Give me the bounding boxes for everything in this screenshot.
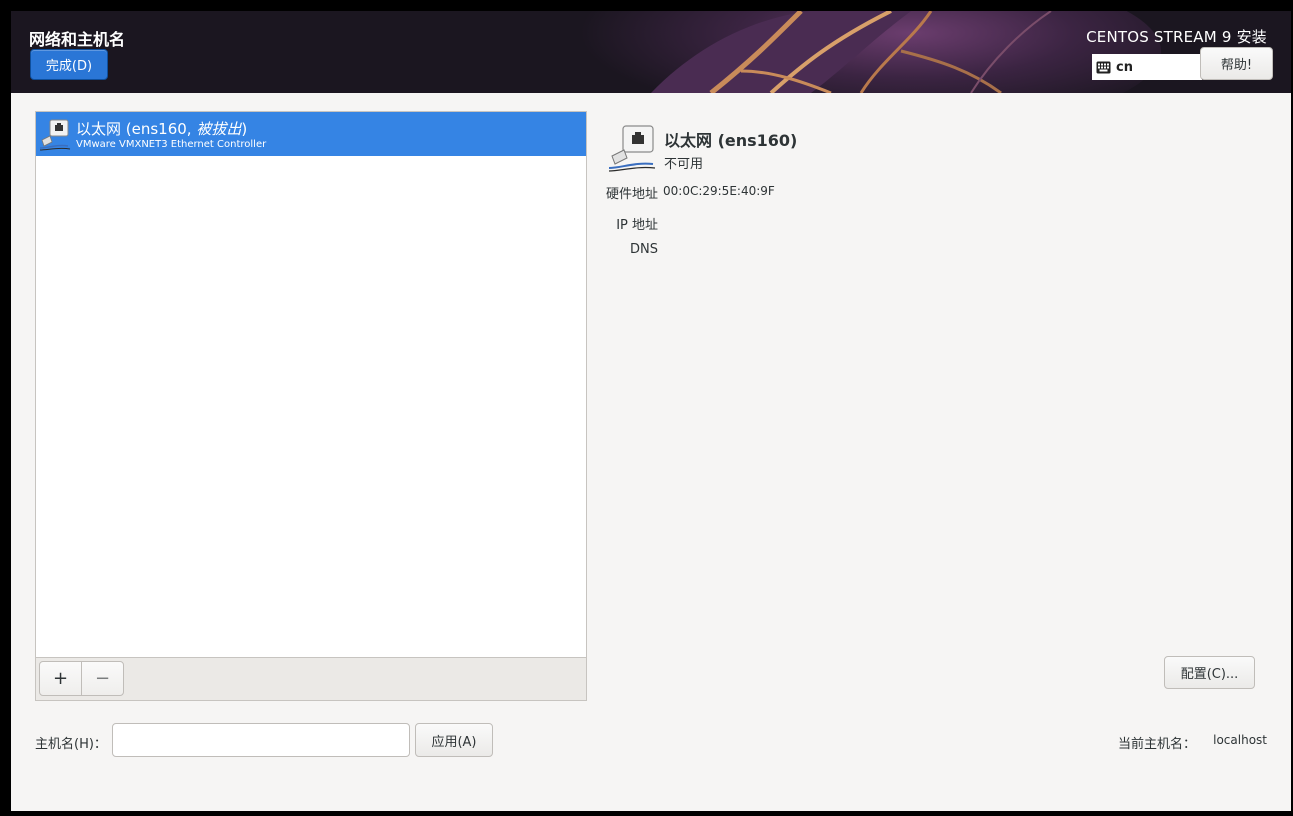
header-bar: 网络和主机名 完成(D) CENTOS STREAM 9 安装 cn 帮助! (11, 11, 1291, 93)
device-name: 以太网 (ens160, 被拔出) (76, 120, 248, 138)
current-hostname-value: localhost (1213, 733, 1267, 747)
help-button[interactable]: 帮助! (1200, 47, 1273, 80)
ethernet-icon (39, 119, 71, 151)
device-row-ens160[interactable]: 以太网 (ens160, 被拔出) VMware VMXNET3 Etherne… (36, 112, 586, 156)
apply-hostname-button[interactable]: 应用(A) (415, 723, 493, 757)
add-device-button[interactable]: + (39, 661, 82, 696)
done-button[interactable]: 完成(D) (30, 49, 108, 80)
hardware-address-label: 硬件地址 (605, 187, 658, 202)
spoke-title: 网络和主机名 (29, 30, 126, 49)
header-artwork (11, 11, 1291, 93)
ethernet-icon (608, 125, 656, 172)
current-hostname-label: 当前主机名： (1118, 737, 1197, 752)
remove-device-button[interactable]: − (81, 661, 124, 696)
hostname-label: 主机名(H)： (35, 737, 107, 752)
detail-device-status: 不可用 (664, 157, 704, 172)
device-list[interactable]: 以太网 (ens160, 被拔出) VMware VMXNET3 Etherne… (36, 112, 586, 657)
dns-label: DNS (630, 242, 658, 257)
ip-address-label: IP 地址 (616, 218, 658, 233)
keyboard-icon (1096, 61, 1111, 73)
installer-window: 网络和主机名 完成(D) CENTOS STREAM 9 安装 cn 帮助! 以… (11, 11, 1291, 811)
device-state: 被拔出 (196, 120, 242, 138)
configure-button[interactable]: 配置(C)... (1164, 656, 1255, 689)
keyboard-layout-indicator[interactable]: cn (1092, 54, 1202, 80)
detail-device-name: 以太网 (ens160) (664, 131, 798, 150)
hostname-input[interactable] (112, 723, 410, 757)
device-list-panel: 以太网 (ens160, 被拔出) VMware VMXNET3 Etherne… (35, 111, 587, 701)
keyboard-layout-label: cn (1116, 59, 1133, 75)
device-description: VMware VMXNET3 Ethernet Controller (76, 139, 267, 150)
product-title: CENTOS STREAM 9 安装 (1086, 28, 1267, 46)
device-list-toolbar: + − (36, 657, 586, 700)
hardware-address-value: 00:0C:29:5E:40:9F (663, 184, 775, 198)
